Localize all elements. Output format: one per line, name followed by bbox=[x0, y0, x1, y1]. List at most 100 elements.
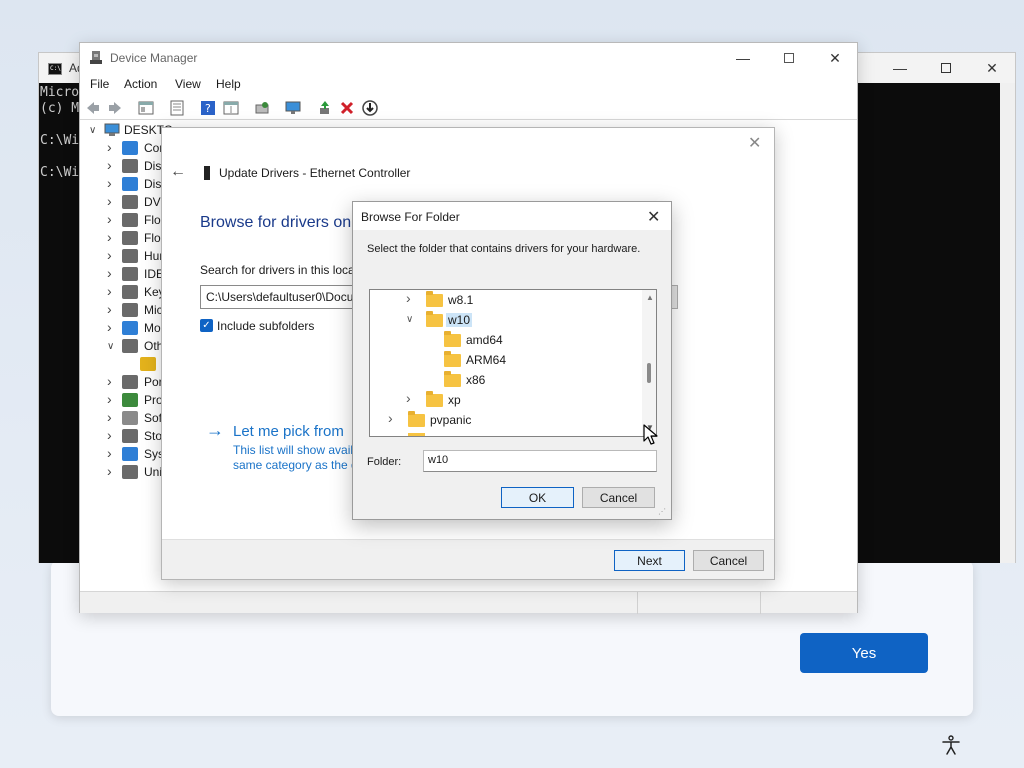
folder-tree-item[interactable]: › w8.1 bbox=[370, 290, 640, 310]
folder-tree-item[interactable]: ARM64 bbox=[370, 350, 640, 370]
scroll-up-icon[interactable]: ▲ bbox=[646, 293, 654, 302]
folder-icon bbox=[426, 291, 443, 307]
cmd-maximize-button[interactable] bbox=[923, 53, 969, 83]
help-icon[interactable]: ? bbox=[200, 100, 216, 116]
scan-hardware-icon[interactable] bbox=[254, 100, 270, 116]
cmd-minimize-button[interactable]: — bbox=[877, 53, 923, 83]
cmd-scrollbar[interactable] bbox=[1000, 83, 1015, 563]
wizard-back-button[interactable]: ← bbox=[170, 163, 186, 181]
browse-button[interactable] bbox=[672, 285, 678, 309]
folder-input[interactable]: w10 bbox=[423, 450, 657, 472]
back-icon[interactable] bbox=[85, 100, 101, 116]
computer-icon bbox=[104, 123, 120, 136]
chevron-right-icon[interactable]: › bbox=[107, 265, 112, 281]
device-category-icon bbox=[122, 141, 138, 155]
chevron-right-icon[interactable]: › bbox=[107, 319, 112, 335]
pick-from-list-link[interactable]: Let me pick from bbox=[233, 423, 344, 440]
chevron-right-icon[interactable]: › bbox=[107, 247, 112, 263]
bff-cancel-button[interactable]: Cancel bbox=[582, 487, 655, 508]
update-driver-icon[interactable] bbox=[317, 100, 333, 116]
bff-titlebar[interactable]: Browse For Folder ✕ bbox=[353, 202, 671, 230]
folder-tree[interactable]: › w8.1 ∨ w10 amd64 ARM64 x86 › xp › pvpanic ▲ ▼ bbox=[369, 289, 657, 437]
chevron-right-icon[interactable]: › bbox=[107, 229, 112, 245]
device-category-icon bbox=[122, 249, 138, 263]
yes-button[interactable]: Yes bbox=[800, 633, 928, 673]
folder-icon bbox=[444, 351, 461, 367]
folder-tree-item[interactable]: › xp bbox=[370, 390, 640, 410]
show-hidden-icon[interactable] bbox=[223, 100, 239, 116]
chevron-right-icon[interactable]: › bbox=[406, 390, 411, 406]
dm-maximize-button[interactable] bbox=[766, 43, 812, 73]
dm-close-button[interactable]: ✕ bbox=[812, 43, 858, 73]
folder-icon bbox=[444, 331, 461, 347]
wizard-heading: Browse for drivers on bbox=[200, 214, 352, 231]
menu-view[interactable]: View bbox=[175, 77, 201, 91]
folder-tree-item[interactable]: ∨ w10 bbox=[370, 310, 640, 330]
include-subfolders-label[interactable]: Include subfolders bbox=[217, 319, 314, 333]
device-category-icon bbox=[122, 375, 138, 389]
device-category-icon bbox=[122, 321, 138, 335]
chevron-right-icon[interactable]: › bbox=[107, 283, 112, 299]
chevron-right-icon[interactable]: › bbox=[107, 409, 112, 425]
monitor-icon[interactable] bbox=[285, 100, 301, 116]
scroll-thumb[interactable] bbox=[647, 363, 651, 383]
dm-minimize-button[interactable]: — bbox=[720, 43, 766, 73]
folder-tree-item[interactable]: x86 bbox=[370, 370, 640, 390]
tree-item-label: Por bbox=[144, 375, 163, 389]
chevron-right-icon[interactable]: › bbox=[107, 427, 112, 443]
chevron-down-icon[interactable]: ∨ bbox=[89, 125, 96, 136]
device-category-icon bbox=[122, 447, 138, 461]
chevron-right-icon[interactable]: › bbox=[107, 157, 112, 173]
chevron-right-icon[interactable]: › bbox=[406, 290, 411, 306]
chevron-right-icon[interactable]: › bbox=[107, 391, 112, 407]
wizard-cancel-button[interactable]: Cancel bbox=[693, 550, 764, 571]
close-icon: ✕ bbox=[748, 135, 762, 152]
menu-action[interactable]: Action bbox=[124, 77, 157, 91]
chevron-right-icon[interactable]: › bbox=[107, 193, 112, 209]
tree-item-label: Uni bbox=[144, 465, 163, 479]
back-arrow-icon: ← bbox=[170, 163, 186, 180]
cmd-line: Micro bbox=[40, 85, 80, 100]
dm-titlebar[interactable]: Device Manager — ✕ bbox=[80, 43, 857, 73]
resize-grip-icon[interactable]: ⋰ bbox=[658, 507, 668, 517]
folder-tree-item[interactable]: amd64 bbox=[370, 330, 640, 350]
disable-device-icon[interactable] bbox=[362, 100, 378, 116]
folder-label-text: ARM64 bbox=[466, 353, 507, 367]
bff-close-button[interactable]: ✕ bbox=[647, 207, 660, 227]
menu-file[interactable]: File bbox=[90, 77, 109, 91]
folder-tree-scrollbar[interactable]: ▲ ▼ bbox=[642, 290, 656, 436]
chevron-right-icon[interactable]: › bbox=[107, 463, 112, 479]
browse-for-folder-dialog[interactable]: Browse For Folder ✕ Select the folder th… bbox=[352, 201, 672, 520]
wizard-close-button[interactable]: ✕ bbox=[748, 133, 761, 153]
maximize-icon bbox=[941, 63, 951, 73]
pick-description: This list will show avail bbox=[233, 443, 354, 457]
uninstall-icon[interactable] bbox=[339, 100, 355, 116]
chevron-right-icon[interactable]: › bbox=[388, 410, 393, 426]
folder-icon bbox=[444, 371, 461, 387]
menu-help[interactable]: Help bbox=[216, 77, 241, 91]
folder-label: Folder: bbox=[367, 456, 402, 468]
folder-label-text: xp bbox=[448, 393, 461, 407]
properties-view-icon[interactable] bbox=[138, 100, 154, 116]
ok-button[interactable]: OK bbox=[501, 487, 574, 508]
arrow-right-icon[interactable]: → bbox=[206, 420, 224, 441]
folder-icon bbox=[426, 311, 443, 327]
include-subfolders-checkbox[interactable]: ✓ bbox=[200, 319, 213, 332]
chevron-down-icon[interactable]: ∨ bbox=[107, 341, 114, 352]
chevron-right-icon[interactable]: › bbox=[107, 373, 112, 389]
accessibility-icon[interactable] bbox=[940, 734, 962, 756]
next-button[interactable]: Next bbox=[614, 550, 685, 571]
folder-label-text: x86 bbox=[466, 373, 486, 387]
chevron-right-icon[interactable]: › bbox=[107, 211, 112, 227]
chevron-down-icon[interactable]: ∨ bbox=[406, 314, 413, 325]
cmd-close-button[interactable]: ✕ bbox=[969, 53, 1015, 83]
folder-tree-item[interactable]: › pvpanic bbox=[370, 410, 640, 430]
folder-label-text: w8.1 bbox=[448, 293, 474, 307]
forward-icon[interactable] bbox=[107, 100, 123, 116]
chevron-right-icon[interactable]: › bbox=[107, 175, 112, 191]
chevron-right-icon[interactable]: › bbox=[107, 445, 112, 461]
svg-text:?: ? bbox=[205, 102, 211, 115]
chevron-right-icon[interactable]: › bbox=[107, 139, 112, 155]
chevron-right-icon[interactable]: › bbox=[107, 301, 112, 317]
list-view-icon[interactable] bbox=[169, 100, 185, 116]
